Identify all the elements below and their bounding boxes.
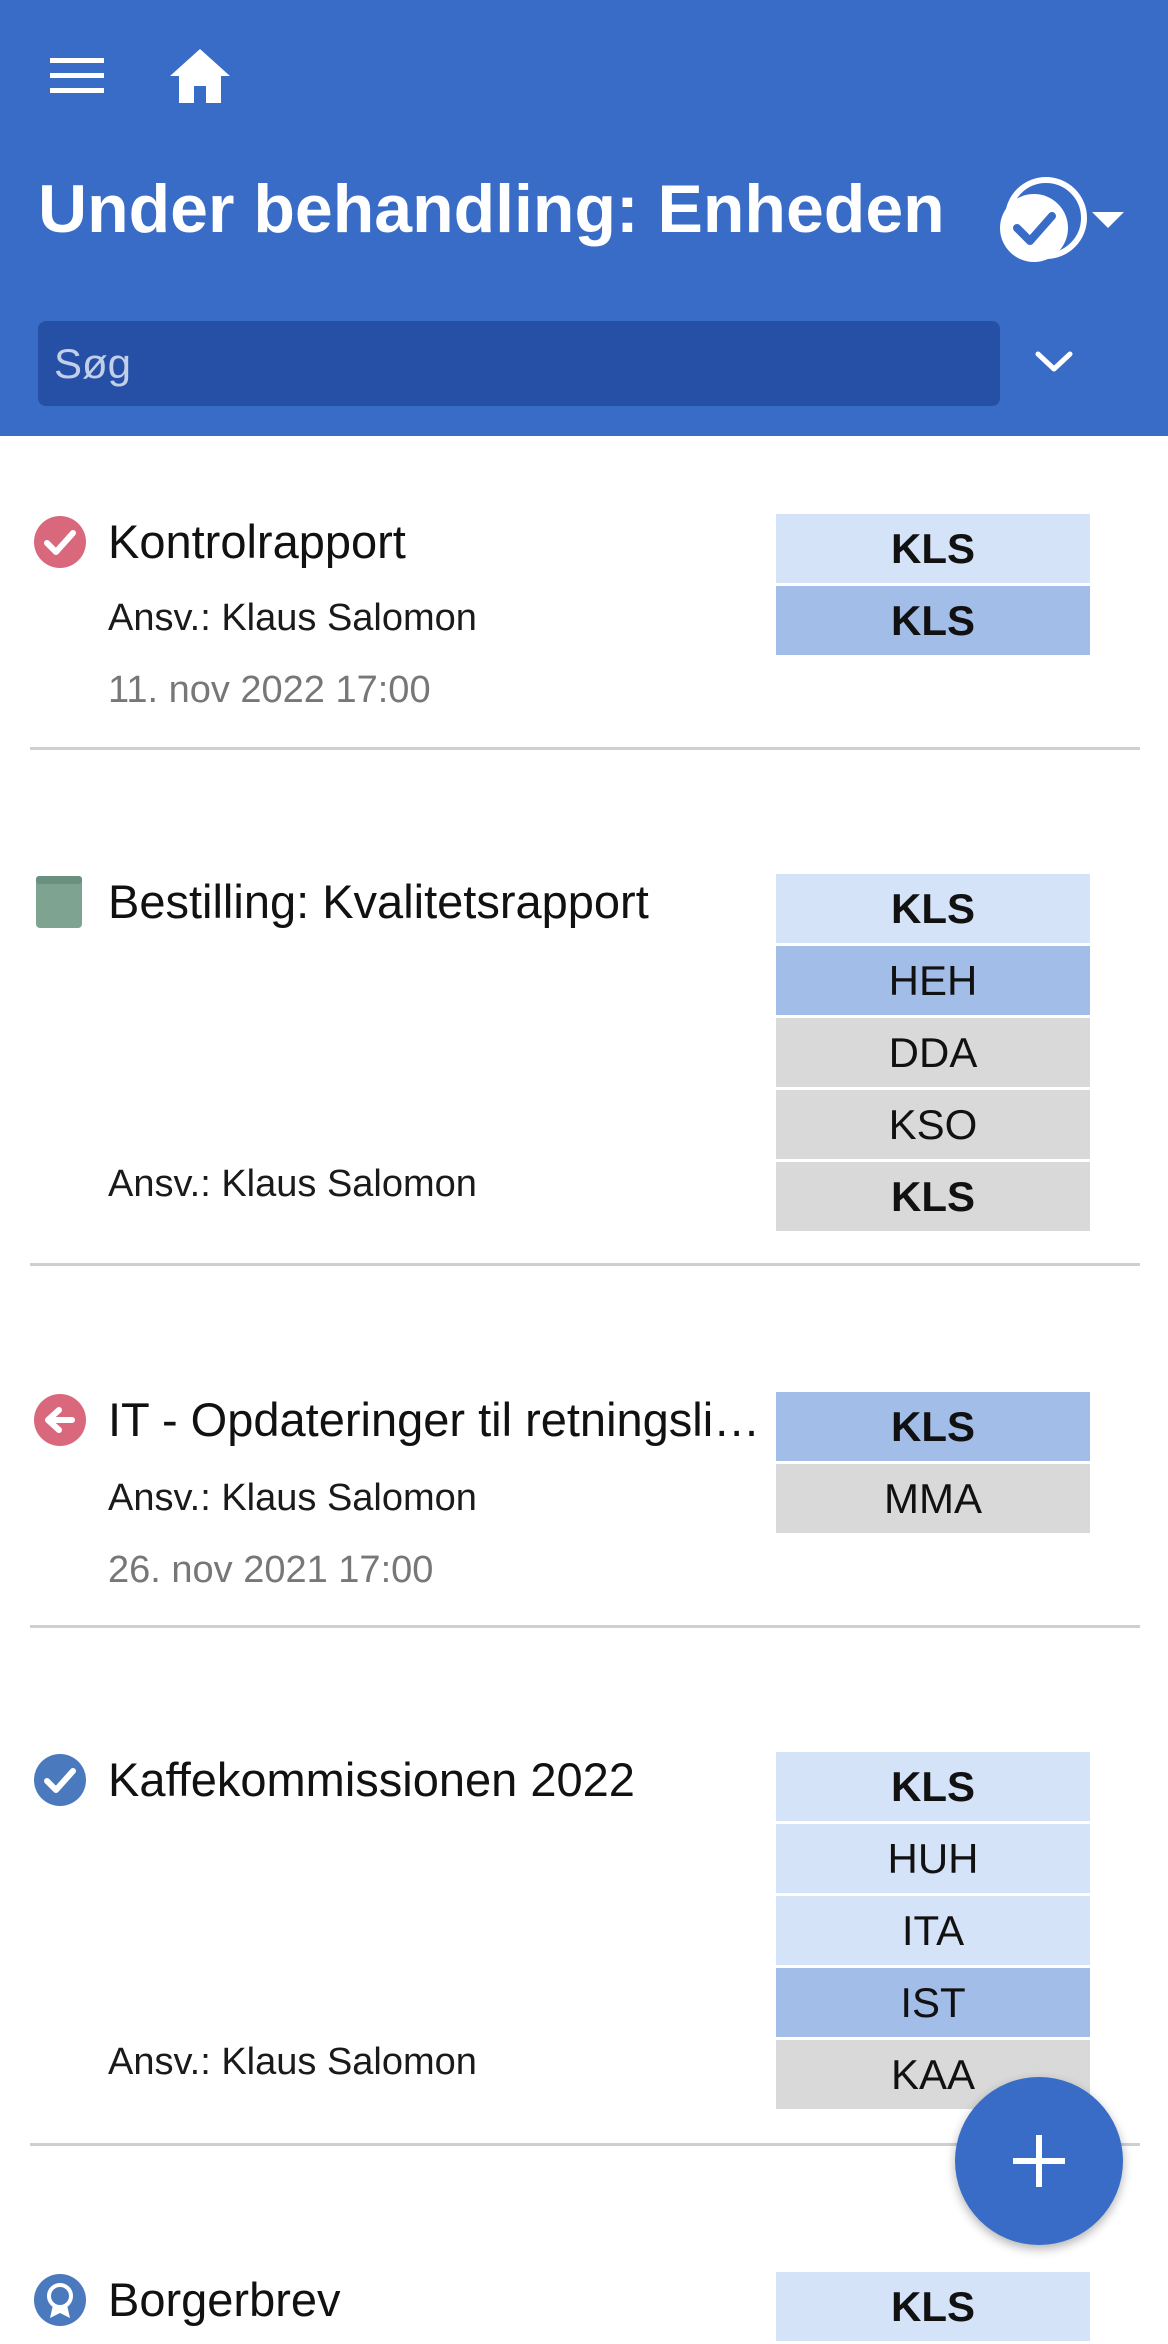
award-icon <box>34 2274 86 2326</box>
item-responsible: Ansv.: Klaus Salomon <box>108 1163 477 1205</box>
tag: HEH <box>776 946 1090 1015</box>
list-item[interactable]: Kontrolrapport Ansv.: Klaus Salomon 11. … <box>0 436 1168 750</box>
tag: KLS <box>776 1392 1090 1461</box>
item-responsible: Ansv.: Klaus Salomon <box>108 1477 477 1519</box>
tag: KLS <box>776 1752 1090 1821</box>
list-item[interactable]: Bestilling: Kvalitetsrapport Ansv.: Klau… <box>0 750 1168 1268</box>
home-icon <box>170 49 230 103</box>
tag: ITA <box>776 1896 1090 1965</box>
expand-filters-button[interactable] <box>1018 322 1090 402</box>
menu-icon <box>50 58 104 93</box>
home-button[interactable] <box>152 36 248 116</box>
divider <box>30 1263 1140 1266</box>
item-title: Kontrolrapport <box>108 515 406 568</box>
item-title: Kaffekommissionen 2022 <box>108 1753 635 1806</box>
item-responsible: Ansv.: Klaus Salomon <box>108 597 477 639</box>
tag-list: KLS MMA <box>776 1392 1090 1536</box>
page-title: Under behandling: Enheden <box>38 171 945 247</box>
tag: KLS <box>776 514 1090 583</box>
status-filter-button[interactable] <box>990 170 1140 270</box>
plus-icon <box>1013 2135 1065 2187</box>
app-header: Under behandling: Enheden Søg <box>0 0 1168 436</box>
item-title: Bestilling: Kvalitetsrapport <box>108 875 649 928</box>
tag: IST <box>776 1968 1090 2037</box>
search-input[interactable]: Søg <box>38 321 1000 406</box>
item-title: IT - Opdateringer til retningslinjer <box>108 1393 763 1446</box>
tag: HUH <box>776 1824 1090 1893</box>
book-icon <box>36 876 82 928</box>
tag: KLS <box>776 2272 1090 2341</box>
check-circle-icon <box>34 1754 86 1806</box>
caret-down-icon <box>1092 212 1124 228</box>
tag: KLS <box>776 874 1090 943</box>
tag: MMA <box>776 1464 1090 1533</box>
search-placeholder: Søg <box>54 339 132 387</box>
tag-list: KLS HEH DDA KSO KLS <box>776 874 1090 1234</box>
chevron-down-icon <box>1035 351 1073 372</box>
tag: KLS <box>776 1162 1090 1231</box>
menu-button[interactable] <box>30 36 126 116</box>
arrow-left-circle-icon <box>34 1394 86 1446</box>
tag: KLS <box>776 586 1090 655</box>
tag: KSO <box>776 1090 1090 1159</box>
item-date: 26. nov 2021 17:00 <box>108 1549 434 1591</box>
list-item[interactable]: IT - Opdateringer til retningslinjer Ans… <box>0 1268 1168 1628</box>
item-title: Borgerbrev <box>108 2273 341 2326</box>
add-button[interactable] <box>955 2077 1123 2245</box>
item-date: 11. nov 2022 17:00 <box>108 669 431 711</box>
tag: DDA <box>776 1018 1090 1087</box>
tag-list: KLS <box>776 2272 1090 2344</box>
check-circle-icon <box>1000 177 1087 262</box>
tag-list: KLS KLS <box>776 514 1090 658</box>
item-responsible: Ansv.: Klaus Salomon <box>108 2041 477 2083</box>
list-item[interactable]: Kaffekommissionen 2022 Ansv.: Klaus Salo… <box>0 1628 1168 2148</box>
check-circle-icon <box>34 516 86 568</box>
tag-list: KLS HUH ITA IST KAA <box>776 1752 1090 2112</box>
